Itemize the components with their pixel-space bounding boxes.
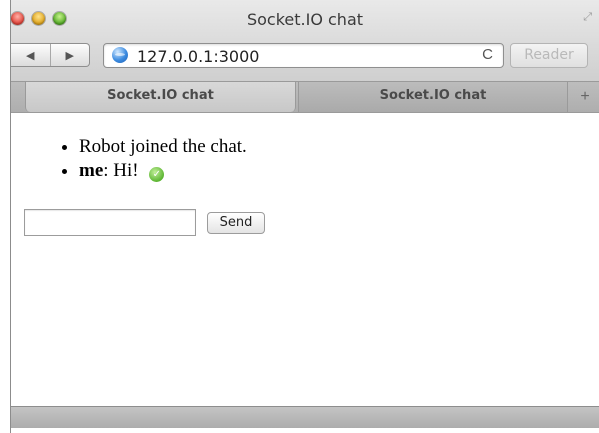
- globe-icon: [112, 47, 128, 63]
- back-arrow-icon: ◀: [26, 49, 35, 62]
- history-nav-group: ◀ ▶: [11, 43, 90, 67]
- system-message: Robot joined the chat.: [79, 136, 247, 157]
- message-input[interactable]: [24, 209, 196, 236]
- page-content: Robot joined the chat. me: Hi! ✓ Send: [11, 113, 599, 406]
- message-text: Hi!: [113, 160, 139, 181]
- reader-button[interactable]: Reader: [510, 43, 588, 68]
- forward-arrow-icon: ▶: [65, 49, 74, 62]
- send-button[interactable]: Send: [207, 212, 265, 234]
- forward-button[interactable]: ▶: [51, 44, 90, 66]
- status-bar: [11, 406, 599, 428]
- address-bar[interactable]: 127.0.0.1:3000 C: [103, 43, 504, 68]
- fullscreen-icon[interactable]: ⤢: [583, 11, 592, 24]
- browser-chrome: Socket.IO chat ⤢ ◀ ▶ 127.0.0.1:3000 C Re…: [11, 0, 599, 113]
- tab-socketio-chat-active[interactable]: Socket.IO chat: [25, 82, 296, 112]
- tab-bar: Socket.IO chat Socket.IO chat +: [11, 81, 599, 113]
- new-tab-button[interactable]: +: [571, 84, 599, 110]
- list-item: me: Hi! ✓: [79, 159, 247, 183]
- tab-socketio-chat[interactable]: Socket.IO chat: [298, 82, 568, 112]
- delivered-check-icon: ✓: [149, 167, 165, 182]
- reload-icon[interactable]: C: [482, 46, 493, 63]
- list-item: Robot joined the chat.: [79, 135, 247, 159]
- message-sender: me: [79, 160, 104, 181]
- message-list: Robot joined the chat. me: Hi! ✓: [79, 135, 247, 183]
- window-title: Socket.IO chat: [246, 10, 364, 29]
- url-text[interactable]: 127.0.0.1:3000: [137, 47, 259, 66]
- browser-window: Socket.IO chat ⤢ ◀ ▶ 127.0.0.1:3000 C Re…: [10, 0, 599, 433]
- sender-separator: :: [103, 160, 109, 181]
- plus-icon: +: [580, 88, 590, 105]
- back-button[interactable]: ◀: [11, 44, 51, 66]
